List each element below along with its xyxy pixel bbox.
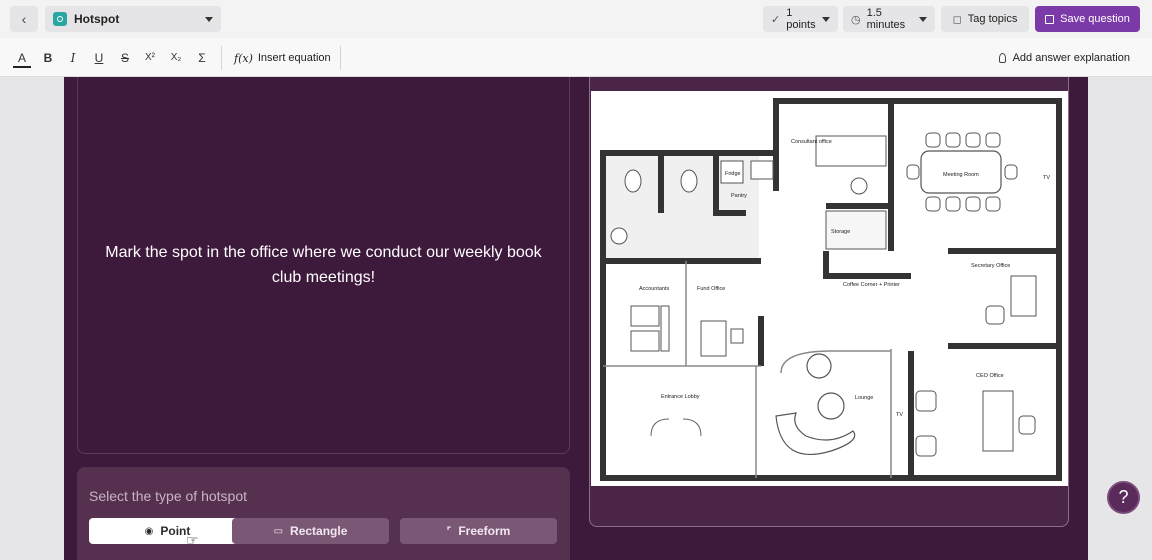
save-question-label: Save question: [1060, 13, 1130, 25]
question-type-label: Hotspot: [74, 12, 120, 26]
hand-cursor-icon: ☞: [186, 532, 199, 548]
tag-topics-label: Tag topics: [967, 13, 1018, 25]
room-label: Pantry: [731, 193, 747, 199]
points-dropdown[interactable]: ✓ 1 points: [763, 6, 838, 32]
sigma-button[interactable]: Σ: [193, 49, 211, 67]
freeform-hotspot-button[interactable]: ⌜ Freeform: [400, 518, 557, 544]
insert-equation-button[interactable]: f(x) Insert equation: [234, 49, 331, 67]
text-color-swatch: [13, 66, 31, 68]
room-label: Coffee Corner + Printer: [843, 282, 900, 288]
rectangle-label: Rectangle: [290, 524, 348, 538]
tag-topics-button[interactable]: ◻ Tag topics: [941, 6, 1029, 32]
hotspot-icon: [53, 12, 67, 26]
top-bar: ‹ Hotspot ✓ 1 points ◷ 1.5 minutes ◻ Tag…: [0, 0, 1152, 38]
caret-down-icon: [919, 16, 927, 22]
room-label: Storage: [831, 229, 850, 235]
toolbar-divider: [221, 46, 222, 70]
time-label: 1.5 minutes: [866, 7, 906, 31]
room-label: Lounge: [855, 395, 873, 401]
room-label: CEO Office: [976, 373, 1004, 379]
lounge-sofa: [775, 412, 856, 455]
room-label: Fridge: [725, 171, 741, 177]
function-icon: f(x): [234, 51, 253, 65]
room-label: TV: [896, 412, 903, 418]
add-answer-explanation-button[interactable]: Add answer explanation: [998, 49, 1130, 67]
subscript-button[interactable]: X₂: [167, 49, 185, 67]
tag-icon: ◻: [952, 13, 962, 26]
hotspot-type-panel: Select the type of hotspot ◉ Point ▭ Rec…: [77, 467, 570, 560]
room-label: Accountants: [639, 286, 670, 292]
lounge-chair: [806, 353, 832, 379]
freeform-label: Freeform: [458, 524, 511, 538]
save-icon: [1045, 14, 1055, 24]
lounge-table: [817, 392, 845, 420]
points-label: 1 points: [786, 7, 816, 31]
save-question-button[interactable]: Save question: [1035, 6, 1140, 32]
help-icon: ?: [1118, 487, 1129, 507]
room-label: Consultant office: [791, 139, 832, 145]
italic-button[interactable]: I: [64, 49, 82, 67]
caret-down-icon: [205, 16, 213, 22]
lightbulb-icon: [998, 53, 1006, 63]
room-label: TV: [1043, 175, 1050, 181]
room-label: Entrance Lobby: [661, 394, 700, 400]
hotspot-type-title: Select the type of hotspot: [89, 488, 247, 504]
freeform-icon: ⌜: [446, 525, 452, 537]
room-label: Fund Office: [697, 286, 725, 292]
check-icon: ✓: [771, 13, 781, 26]
room-label: Secretary Office: [971, 263, 1010, 269]
room-label: Meeting Room: [943, 172, 979, 178]
strikethrough-button[interactable]: S: [116, 49, 134, 67]
rectangle-icon: ▭: [273, 525, 284, 537]
hotspot-image-area[interactable]: Consultant office Meeting Room TV Fridge…: [589, 77, 1069, 527]
underline-button[interactable]: U: [90, 49, 108, 67]
question-text: Mark the spot in the office where we con…: [105, 244, 542, 286]
time-dropdown[interactable]: ◷ 1.5 minutes: [843, 6, 935, 32]
rectangle-hotspot-button[interactable]: ▭ Rectangle: [232, 518, 389, 544]
point-icon: ◉: [144, 525, 154, 537]
help-button[interactable]: ?: [1107, 481, 1140, 514]
bold-button[interactable]: B: [39, 49, 57, 67]
point-hotspot-button[interactable]: ◉ Point: [89, 518, 246, 544]
back-button[interactable]: ‹: [10, 6, 38, 32]
superscript-button[interactable]: X²: [141, 49, 159, 67]
formatting-toolbar: A B I U S X² X₂ Σ f(x) Insert equation A…: [0, 38, 1152, 77]
insert-equation-label: Insert equation: [257, 52, 331, 64]
text-color-button[interactable]: A: [13, 49, 31, 67]
office-floor-plan[interactable]: Consultant office Meeting Room TV Fridge…: [591, 91, 1069, 486]
question-text-area[interactable]: Mark the spot in the office where we con…: [77, 77, 570, 454]
question-type-dropdown[interactable]: Hotspot: [45, 6, 221, 32]
clock-icon: ◷: [851, 13, 861, 26]
chevron-left-icon: ‹: [21, 11, 27, 27]
add-explanation-label: Add answer explanation: [1012, 52, 1130, 64]
toolbar-divider: [340, 46, 341, 70]
caret-down-icon: [822, 16, 830, 22]
